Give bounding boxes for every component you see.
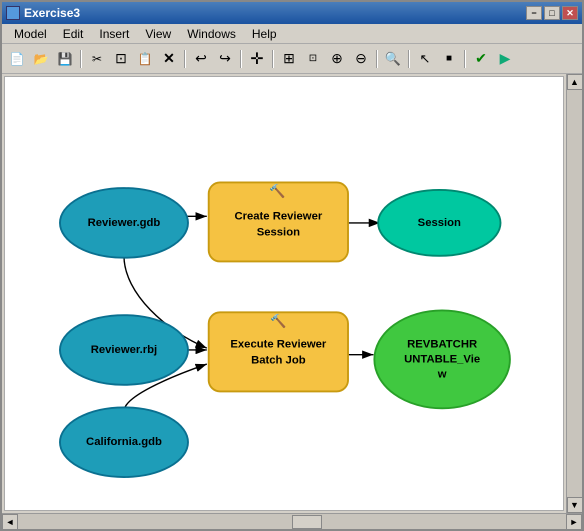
scroll-up-button[interactable]: ▲ <box>567 74 583 90</box>
menu-edit[interactable]: Edit <box>55 25 92 43</box>
undo-button[interactable]: ↩ <box>190 48 212 70</box>
zoom-out-button[interactable]: ⊖ <box>350 48 372 70</box>
check-button[interactable]: ✔ <box>470 48 492 70</box>
paste-button[interactable]: 📋 <box>134 48 156 70</box>
menu-bar: Model Edit Insert View Windows Help <box>2 24 582 44</box>
node-reviewer-rbj-label: Reviewer.rbj <box>91 344 157 356</box>
scroll-down-button[interactable]: ▼ <box>567 497 583 513</box>
execute-batch-icon: 🔨 <box>270 314 286 329</box>
select-button[interactable]: ↖ <box>414 48 436 70</box>
title-bar-content: Exercise3 <box>6 6 80 20</box>
create-session-icon: 🔨 <box>269 184 285 199</box>
window-title: Exercise3 <box>24 6 80 20</box>
node-execute-batch-label1: Execute Reviewer <box>230 338 327 350</box>
pan-button[interactable]: 🔍 <box>382 48 404 70</box>
redo-button[interactable]: ↪ <box>214 48 236 70</box>
diagram-svg: Reviewer.gdb 🔨 Create Reviewer Session S… <box>5 77 563 510</box>
toolbar-sep-4 <box>272 50 274 68</box>
delete-button[interactable]: ✕ <box>158 48 180 70</box>
cut-button[interactable]: ✂ <box>86 48 108 70</box>
scroll-track-vertical[interactable] <box>567 90 582 497</box>
vertical-scrollbar: ▲ ▼ <box>566 74 582 513</box>
connect-button[interactable]: ■ <box>438 48 460 70</box>
node-revbatch-label2: UNTABLE_Vie <box>404 353 480 365</box>
zoom-in-button[interactable]: ⊕ <box>326 48 348 70</box>
main-window: Exercise3 − □ ✕ Model Edit Insert View W… <box>0 0 584 531</box>
add-button[interactable]: ✛ <box>246 48 268 70</box>
menu-insert[interactable]: Insert <box>91 25 137 43</box>
menu-windows[interactable]: Windows <box>179 25 244 43</box>
copy-button[interactable]: ⊡ <box>110 48 132 70</box>
app-icon <box>6 6 20 20</box>
grid-button[interactable]: ⊞ <box>278 48 300 70</box>
maximize-button[interactable]: □ <box>544 6 560 20</box>
horizontal-scrollbar: ◄ ► <box>2 513 582 529</box>
open-button[interactable]: 📂 <box>30 48 52 70</box>
node-execute-batch-label2: Batch Job <box>251 354 306 366</box>
toolbar-sep-2 <box>184 50 186 68</box>
menu-view[interactable]: View <box>137 25 179 43</box>
node-create-session-label1: Create Reviewer <box>234 210 322 222</box>
node-california-gdb-label: California.gdb <box>86 436 162 448</box>
scroll-left-button[interactable]: ◄ <box>2 514 18 530</box>
node-revbatch-label1: REVBATCHR <box>407 338 477 350</box>
title-bar: Exercise3 − □ ✕ <box>2 2 582 24</box>
node-revbatch-label3: w <box>437 368 447 380</box>
node-session-label: Session <box>418 217 461 229</box>
toolbar: 📄 📂 💾 ✂ ⊡ 📋 ✕ ↩ ↪ ✛ ⊞ ⊡ ⊕ ⊖ 🔍 ↖ ■ ✔ ▶ <box>2 44 582 74</box>
content-area: Reviewer.gdb 🔨 Create Reviewer Session S… <box>2 74 582 513</box>
toolbar-sep-5 <box>376 50 378 68</box>
title-controls: − □ ✕ <box>526 6 578 20</box>
node-create-session-label2: Session <box>257 226 300 238</box>
toolbar-sep-1 <box>80 50 82 68</box>
zoom-ext-button[interactable]: ⊡ <box>302 48 324 70</box>
save-button[interactable]: 💾 <box>54 48 76 70</box>
new-button[interactable]: 📄 <box>6 48 28 70</box>
menu-help[interactable]: Help <box>244 25 285 43</box>
minimize-button[interactable]: − <box>526 6 542 20</box>
run-button[interactable]: ▶ <box>494 48 516 70</box>
diagram-canvas[interactable]: Reviewer.gdb 🔨 Create Reviewer Session S… <box>4 76 564 511</box>
toolbar-sep-6 <box>408 50 410 68</box>
node-reviewer-gdb-label: Reviewer.gdb <box>88 217 161 229</box>
menu-model[interactable]: Model <box>6 25 55 43</box>
scroll-thumb-horizontal[interactable] <box>292 515 322 529</box>
toolbar-sep-3 <box>240 50 242 68</box>
scroll-track-horizontal[interactable] <box>18 514 566 529</box>
toolbar-sep-7 <box>464 50 466 68</box>
scroll-right-button[interactable]: ► <box>566 514 582 530</box>
close-button[interactable]: ✕ <box>562 6 578 20</box>
